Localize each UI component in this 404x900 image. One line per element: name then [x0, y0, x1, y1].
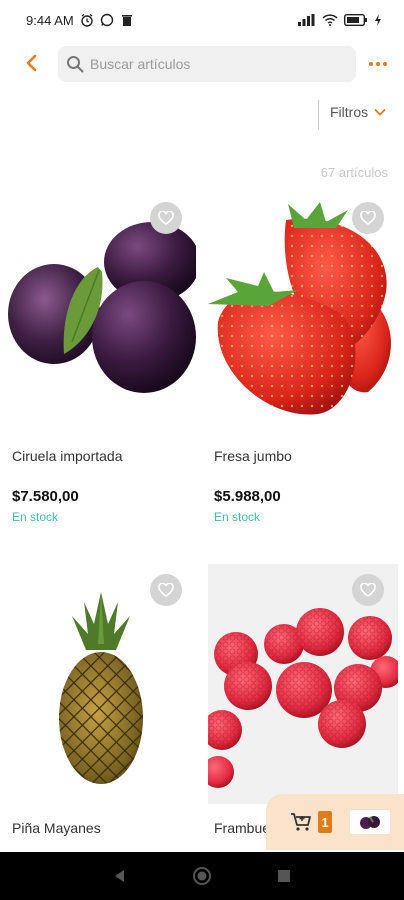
product-image [6, 192, 196, 420]
product-price: $7.580,00 [12, 488, 79, 505]
whatsapp-icon [100, 13, 113, 27]
trash-icon [121, 15, 132, 26]
nav-recents-icon[interactable] [276, 868, 292, 884]
charging-icon [375, 14, 381, 26]
status-bar: 9:44 AM [0, 0, 404, 40]
wifi-icon [322, 14, 338, 26]
product-card[interactable]: Fresa jumbo $5.988,00 En stock [208, 192, 398, 532]
signal-icon [298, 14, 315, 26]
heart-icon [158, 211, 174, 225]
cart-icon [291, 813, 311, 831]
favorite-button[interactable] [150, 574, 182, 606]
product-card[interactable]: Ciruela importada $7.580,00 En stock [6, 192, 196, 532]
product-name: Ciruela importada [12, 448, 123, 464]
favorite-button[interactable] [352, 202, 384, 234]
product-card[interactable]: Piña Mayanes [6, 564, 196, 854]
nav-back-icon[interactable] [112, 868, 128, 884]
more-icon [369, 62, 373, 66]
search-icon [67, 56, 84, 73]
system-navigation-bar [0, 852, 404, 900]
chevron-down-icon [374, 108, 386, 116]
divider [318, 100, 319, 130]
heart-icon [360, 211, 376, 225]
back-button[interactable] [18, 50, 44, 76]
more-options-button[interactable] [364, 50, 392, 78]
back-arrow-icon [26, 54, 37, 72]
search-bar[interactable] [58, 46, 356, 82]
stock-status: En stock [12, 510, 59, 524]
nav-home-icon[interactable] [192, 866, 212, 886]
stock-status: En stock [214, 510, 261, 524]
filters-button[interactable]: Filtros [330, 104, 386, 120]
product-price: $5.988,00 [214, 488, 281, 505]
product-image [6, 564, 196, 804]
search-input[interactable] [90, 56, 340, 72]
battery-icon [344, 14, 367, 26]
product-image [208, 564, 398, 804]
favorite-button[interactable] [352, 574, 384, 606]
plum-thumbnail [360, 816, 380, 829]
cart-item-thumbnail [350, 810, 390, 834]
product-name: Piña Mayanes [12, 820, 101, 836]
product-name: Fresa jumbo [214, 448, 292, 464]
favorite-button[interactable] [150, 202, 182, 234]
alarm-icon [81, 13, 93, 27]
product-image [208, 192, 398, 420]
filters-bar: Filtros [0, 98, 404, 132]
filters-label: Filtros [330, 104, 369, 120]
cart-button[interactable]: 1 [266, 794, 404, 850]
cart-count-badge: 1 [318, 811, 332, 833]
heart-icon [360, 583, 376, 597]
top-app-bar [0, 44, 404, 84]
result-count: 67 artículos [320, 165, 388, 180]
status-time: 9:44 AM [26, 12, 74, 28]
heart-icon [158, 583, 174, 597]
